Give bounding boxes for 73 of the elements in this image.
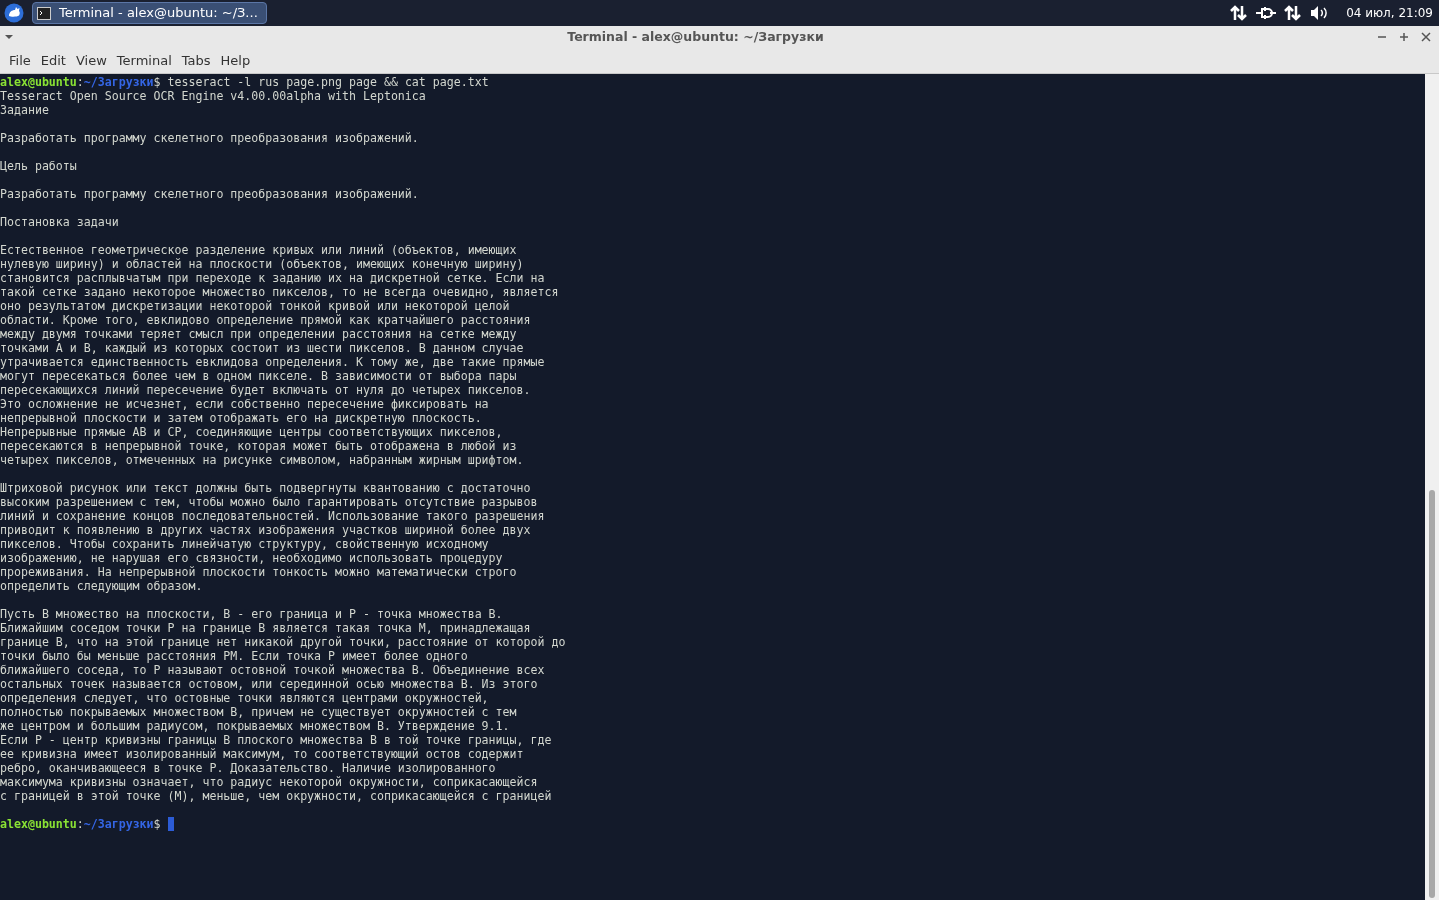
- text-cursor: [167, 817, 174, 831]
- prompt-separator: :: [76, 75, 84, 89]
- output-line: Задание: [0, 103, 49, 117]
- output-line: границе В, что на этой границе нет никакой другой точки, расстояние от которой до: [0, 635, 566, 649]
- mouse-logo-icon[interactable]: [4, 3, 24, 23]
- network-arrows-icon[interactable]: [1284, 5, 1303, 21]
- output-line: ближайшего соседа, то Р называют остовной точкой множества В. Объединение всех: [0, 663, 545, 677]
- output-line: высоким разрешением с тем, чтобы можно было гарантировать отсутствие разрывов: [0, 495, 538, 509]
- scrollbar[interactable]: [1425, 74, 1439, 900]
- caret-icon[interactable]: [4, 34, 14, 40]
- prompt-separator: :: [76, 817, 84, 831]
- menu-item[interactable]: Help: [215, 50, 256, 71]
- output-line: же центром и большим радиусом, покрываемых множеством В. Утверждение 9.1.: [0, 719, 510, 733]
- prompt-symbol: $: [153, 75, 161, 89]
- menu-item[interactable]: Edit: [35, 50, 71, 71]
- output-line: точками А и В, каждый из которых состоит из шести пикселов. В данном случае: [0, 341, 524, 355]
- maximize-icon[interactable]: [1399, 32, 1409, 42]
- output-line: определения следует, что остовные точки являются центрами окружностей,: [0, 691, 489, 705]
- output-line: с границей в этой точке (М), меньше, чем окружности, соприкасающейся с границей: [0, 789, 552, 803]
- menu-item[interactable]: Tabs: [176, 50, 216, 71]
- output-line: утрачивается единственность евклидова определения. К тому же, две такие прямые: [0, 355, 545, 369]
- power-plug-icon[interactable]: [1256, 6, 1277, 20]
- output-line: Цель работы: [0, 159, 77, 173]
- output-line: ребро, оканчивающееся в точке Р. Доказательство. Наличие изолированного: [0, 761, 496, 775]
- output-line: Разработать программу скелетного преобразования изображений.: [0, 187, 419, 201]
- output-line: могут пересекаться более чем в одном пикселе. В зависимости от выбора пары: [0, 369, 517, 383]
- output-line: приводит к появлению в других частях изображения участков шириной более двух: [0, 523, 531, 537]
- output-line: прореживания. На непрерывной плоскости тонкость можно математически строго: [0, 565, 517, 579]
- output-line: оно результатом дискретизации некоторой тонкой кривой или некоторой целой: [0, 299, 510, 313]
- output-line: полностью покрываемых множеством В, причем не существует окружностей с тем: [0, 705, 517, 719]
- output-line: изображению, не нарушая его связности, необходимо использовать процедуру: [0, 551, 503, 565]
- output-line: непрерывной плоскости и затем отображать его на дискретную плоскость.: [0, 411, 482, 425]
- clock-text[interactable]: 04 июл, 21:09: [1346, 4, 1433, 22]
- output-line: нулевую ширину) и областей на плоскости (объектов, имеющих конечную ширину): [0, 257, 524, 271]
- output-line: Штриховой рисунок или текст должны быть подвергнуты квантованию с достаточно: [0, 481, 531, 495]
- scrollbar-thumb[interactable]: [1429, 490, 1435, 898]
- output-line: области. Кроме того, евклидово определение прямой как кратчайшего расстояния: [0, 313, 531, 327]
- prompt-symbol: $: [153, 817, 161, 831]
- taskbar-window-button[interactable]: Terminal - alex@ubuntu: ~/З...: [32, 2, 267, 24]
- output-line: Tesseract Open Source OCR Engine v4.00.00alpha with Leptonica: [0, 89, 426, 103]
- menu-item[interactable]: File: [4, 50, 36, 71]
- output-line: между двумя точками теряет смысл при определении расстояния на сетке между: [0, 327, 517, 341]
- output-line: Разработать программу скелетного преобразования изображений.: [0, 131, 419, 145]
- output-line: определить следующим образом.: [0, 579, 203, 593]
- network-arrows-icon[interactable]: [1230, 5, 1249, 21]
- prompt-user: alex@ubuntu: [0, 75, 77, 89]
- command-text: tesseract -l rus page.png page && cat page.txt: [167, 75, 489, 89]
- output-line: пересекаются в непрерывной точке, которая может быть отображена в любой из: [0, 439, 517, 453]
- output-line: пикселов. Чтобы сохранить линейчатую структуру, свойственную исходному: [0, 537, 489, 551]
- prompt-path: ~/Загрузки: [83, 817, 154, 831]
- output-line: ее кривизна имеет изолированный максимум, то соответствующий остов содержит: [0, 747, 524, 761]
- output-line: такой сетке задано некоторое множество пикселов, то не всегда очевидно, является: [0, 285, 559, 299]
- window-title: Terminal - alex@ubuntu: ~/Загрузки: [566, 27, 825, 46]
- output-line: максимума кривизны означает, что радиус некоторой окружности, соприкасающейся: [0, 775, 538, 789]
- output-line: Ближайшим соседом точки Р на границе В является такая точка М, принадлежащая: [0, 621, 531, 635]
- output-line: Постановка задачи: [0, 215, 119, 229]
- output-line: остальных точек называется остовом, или серединной осью множества В. Из этого: [0, 677, 538, 691]
- output-line: становится расплывчатым при переходе к заданию их на дискретной сетке. Если на: [0, 271, 545, 285]
- output-line: Это осложнение не исчезнет, если собственно пересечение фиксировать на: [0, 397, 489, 411]
- output-line: четырех пикселов, отмеченных на рисунке символом, набранным жирным шрифтом.: [0, 453, 524, 467]
- output-line: Непрерывные прямые АВ и СР, соединяющие центры соответствующих пикселов,: [0, 425, 503, 439]
- output-line: линий и сохранение концов последовательностей. Использование такого разрешения: [0, 509, 545, 523]
- menu-item[interactable]: Terminal: [111, 50, 177, 71]
- output-line: точки было бы меньше расстояния РМ. Если точка Р имеет более одного: [0, 649, 468, 663]
- output-line: Пусть В множество на плоскости, В - его граница и Р - точка множества В.: [0, 607, 503, 621]
- menu-item[interactable]: View: [70, 50, 112, 71]
- prompt-path: ~/Загрузки: [83, 75, 154, 89]
- output-line: Если Р - центр кривизны границы В плоского множества В в той точке границы, где: [0, 733, 552, 747]
- output-line: пересекающихся линий пересечение будет включать от нуля до четырех пикселов.: [0, 383, 531, 397]
- close-icon[interactable]: [1421, 32, 1431, 42]
- terminal-icon: [37, 6, 51, 20]
- output-line: Естественное геометрическое разделение кривых или линий (объектов, имеющих: [0, 243, 517, 257]
- prompt-user: alex@ubuntu: [0, 817, 77, 831]
